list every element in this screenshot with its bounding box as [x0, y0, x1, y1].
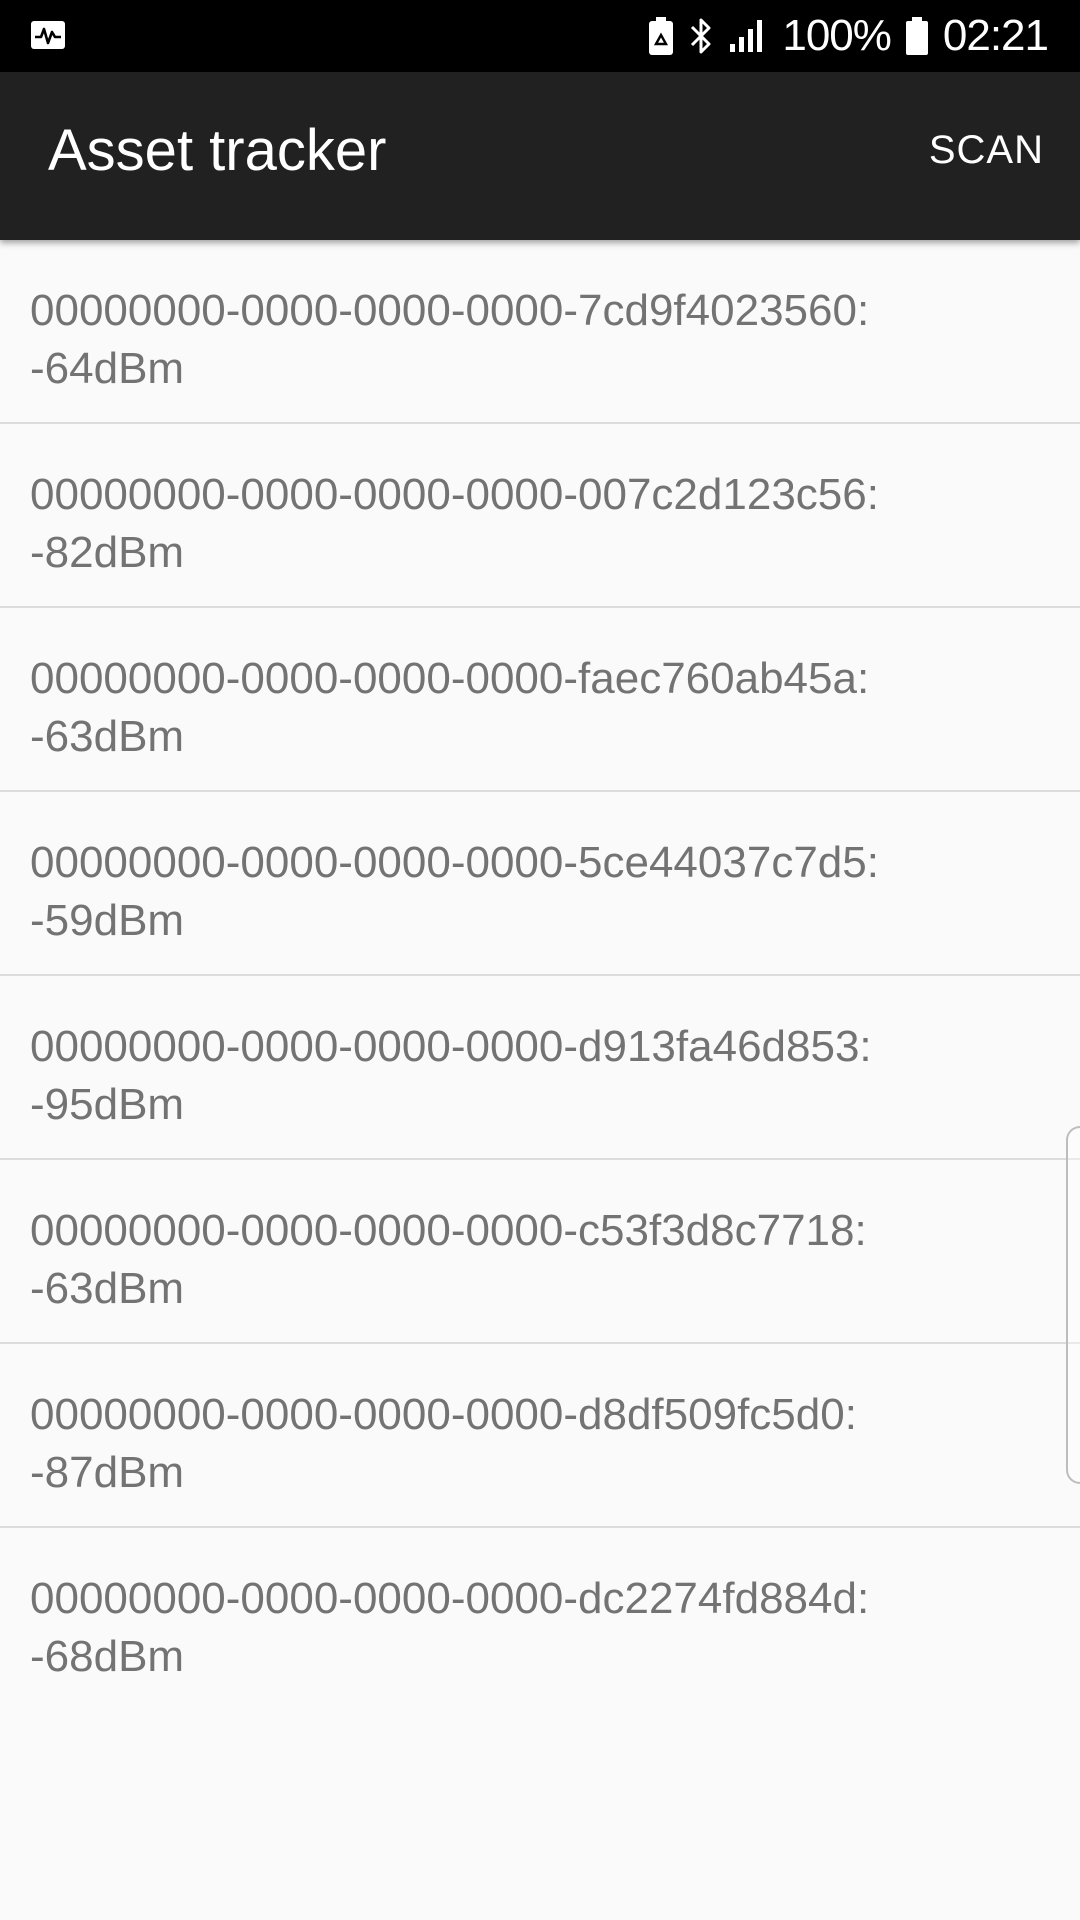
device-uuid: 00000000-0000-0000-0000-faec760ab45a: — [30, 654, 870, 703]
device-uuid: 00000000-0000-0000-0000-c53f3d8c7718: — [30, 1206, 867, 1255]
app-title: Asset tracker — [48, 118, 387, 183]
status-bar: 100% 02:21 — [0, 0, 1080, 72]
device-rssi: -87dBm — [30, 1448, 185, 1497]
list-item[interactable]: 00000000-0000-0000-0000-007c2d123c56: -8… — [0, 424, 1080, 608]
device-rssi: -68dBm — [30, 1632, 185, 1681]
list-item[interactable]: 00000000-0000-0000-0000-c53f3d8c7718: -6… — [0, 1160, 1080, 1344]
scan-button[interactable]: SCAN — [929, 130, 1044, 170]
device-rssi: -63dBm — [30, 1264, 185, 1313]
device-list: 00000000-0000-0000-0000-7cd9f4023560: -6… — [0, 240, 1080, 1712]
battery-icon — [905, 17, 928, 55]
device-rssi: -63dBm — [30, 712, 185, 761]
device-rssi: -64dBm — [30, 344, 185, 393]
device-uuid: 00000000-0000-0000-0000-5ce44037c7d5: — [30, 838, 879, 887]
list-item[interactable]: 00000000-0000-0000-0000-faec760ab45a: -6… — [0, 608, 1080, 792]
battery-percent: 100% — [782, 11, 892, 60]
signal-icon — [730, 20, 763, 52]
device-uuid: 00000000-0000-0000-0000-dc2274fd884d: — [30, 1574, 870, 1623]
device-rssi: -82dBm — [30, 528, 185, 577]
list-item[interactable]: 00000000-0000-0000-0000-7cd9f4023560: -6… — [0, 240, 1080, 424]
device-rssi: -95dBm — [30, 1080, 185, 1129]
status-icons: 100% 02:21 — [648, 0, 1049, 72]
device-uuid: 00000000-0000-0000-0000-d913fa46d853: — [30, 1022, 872, 1071]
bluetooth-icon — [691, 18, 711, 54]
screen: 100% 02:21 Asset tracker SCAN 00000000-0… — [0, 0, 1080, 1920]
status-time: 02:21 — [942, 11, 1049, 60]
list-item[interactable]: 00000000-0000-0000-0000-d8df509fc5d0: -8… — [0, 1344, 1080, 1528]
device-uuid: 00000000-0000-0000-0000-d8df509fc5d0: — [30, 1390, 857, 1439]
device-uuid: 00000000-0000-0000-0000-7cd9f4023560: — [30, 286, 870, 335]
battery-saver-icon — [649, 17, 674, 55]
list-item[interactable]: 00000000-0000-0000-0000-dc2274fd884d: -6… — [0, 1528, 1080, 1712]
device-rssi: -59dBm — [30, 896, 185, 945]
list-item[interactable]: 00000000-0000-0000-0000-5ce44037c7d5: -5… — [0, 792, 1080, 976]
device-uuid: 00000000-0000-0000-0000-007c2d123c56: — [30, 470, 879, 519]
list-item[interactable]: 00000000-0000-0000-0000-d913fa46d853: -9… — [0, 976, 1080, 1160]
app-bar: Asset tracker SCAN — [0, 72, 1080, 240]
activity-monitor-icon — [31, 21, 65, 49]
edge-panel-handle[interactable] — [1066, 1126, 1080, 1484]
